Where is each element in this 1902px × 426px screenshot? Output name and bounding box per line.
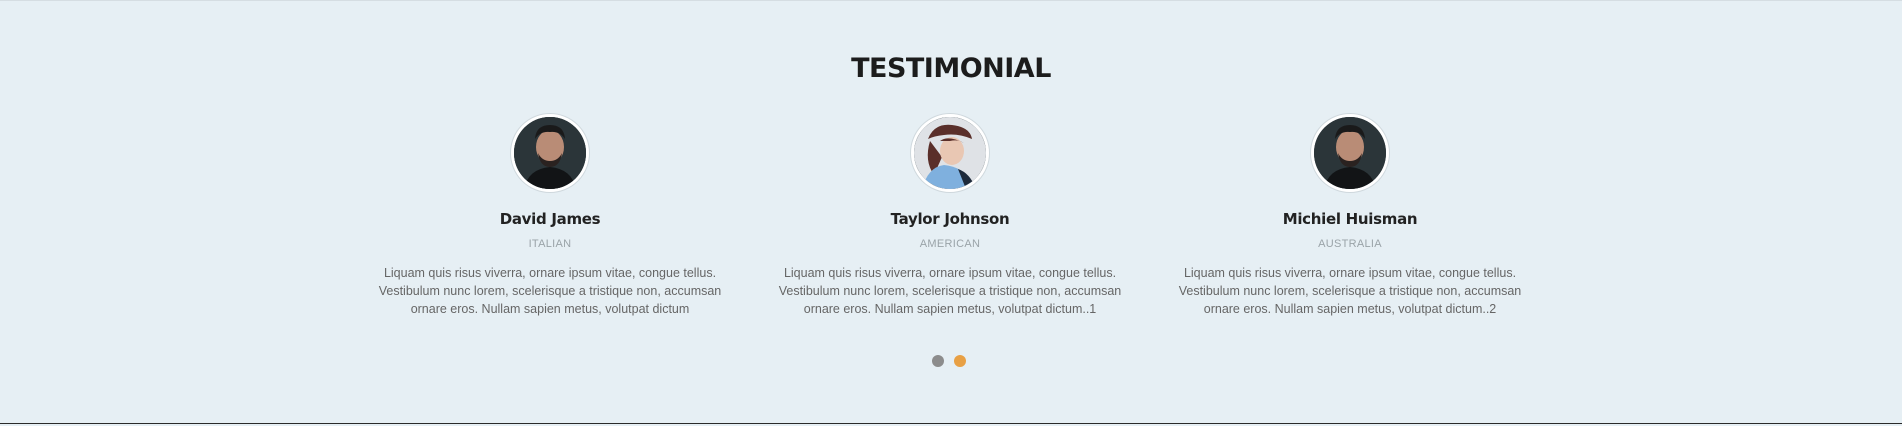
- man-portrait-icon: [1314, 117, 1386, 189]
- testimonial-section: TESTIMONIAL David James ITALIAN Liquam q…: [0, 0, 1902, 424]
- man-portrait-icon: [514, 117, 586, 189]
- pagination-dot-1[interactable]: [932, 355, 944, 367]
- testimonial-carousel: David James ITALIAN Liquam quis risus vi…: [350, 114, 1550, 318]
- testimonial-name: Michiel Huisman: [1282, 210, 1418, 228]
- avatar: [1311, 114, 1389, 192]
- testimonial-origin: AMERICAN: [919, 238, 981, 250]
- testimonial-quote: Liquam quis risus viverra, ornare ipsum …: [778, 266, 1122, 316]
- testimonial-quote: Liquam quis risus viverra, ornare ipsum …: [1178, 266, 1522, 316]
- testimonial-card: David James ITALIAN Liquam quis risus vi…: [350, 114, 750, 318]
- testimonial-name: Taylor Johnson: [890, 210, 1010, 228]
- carousel-pagination: [932, 355, 966, 367]
- woman-portrait-icon: [914, 117, 986, 189]
- testimonial-quote: Liquam quis risus viverra, ornare ipsum …: [378, 266, 722, 316]
- testimonial-name: David James: [499, 210, 601, 228]
- section-title: TESTIMONIAL: [851, 53, 1051, 84]
- avatar: [911, 114, 989, 192]
- testimonial-origin: AUSTRALIA: [1318, 238, 1382, 250]
- avatar: [511, 114, 589, 192]
- testimonial-card: Taylor Johnson AMERICAN Liquam quis risu…: [750, 114, 1150, 318]
- pagination-dot-2[interactable]: [954, 355, 966, 367]
- testimonial-origin: ITALIAN: [528, 238, 572, 250]
- testimonial-card: Michiel Huisman AUSTRALIA Liquam quis ri…: [1150, 114, 1550, 318]
